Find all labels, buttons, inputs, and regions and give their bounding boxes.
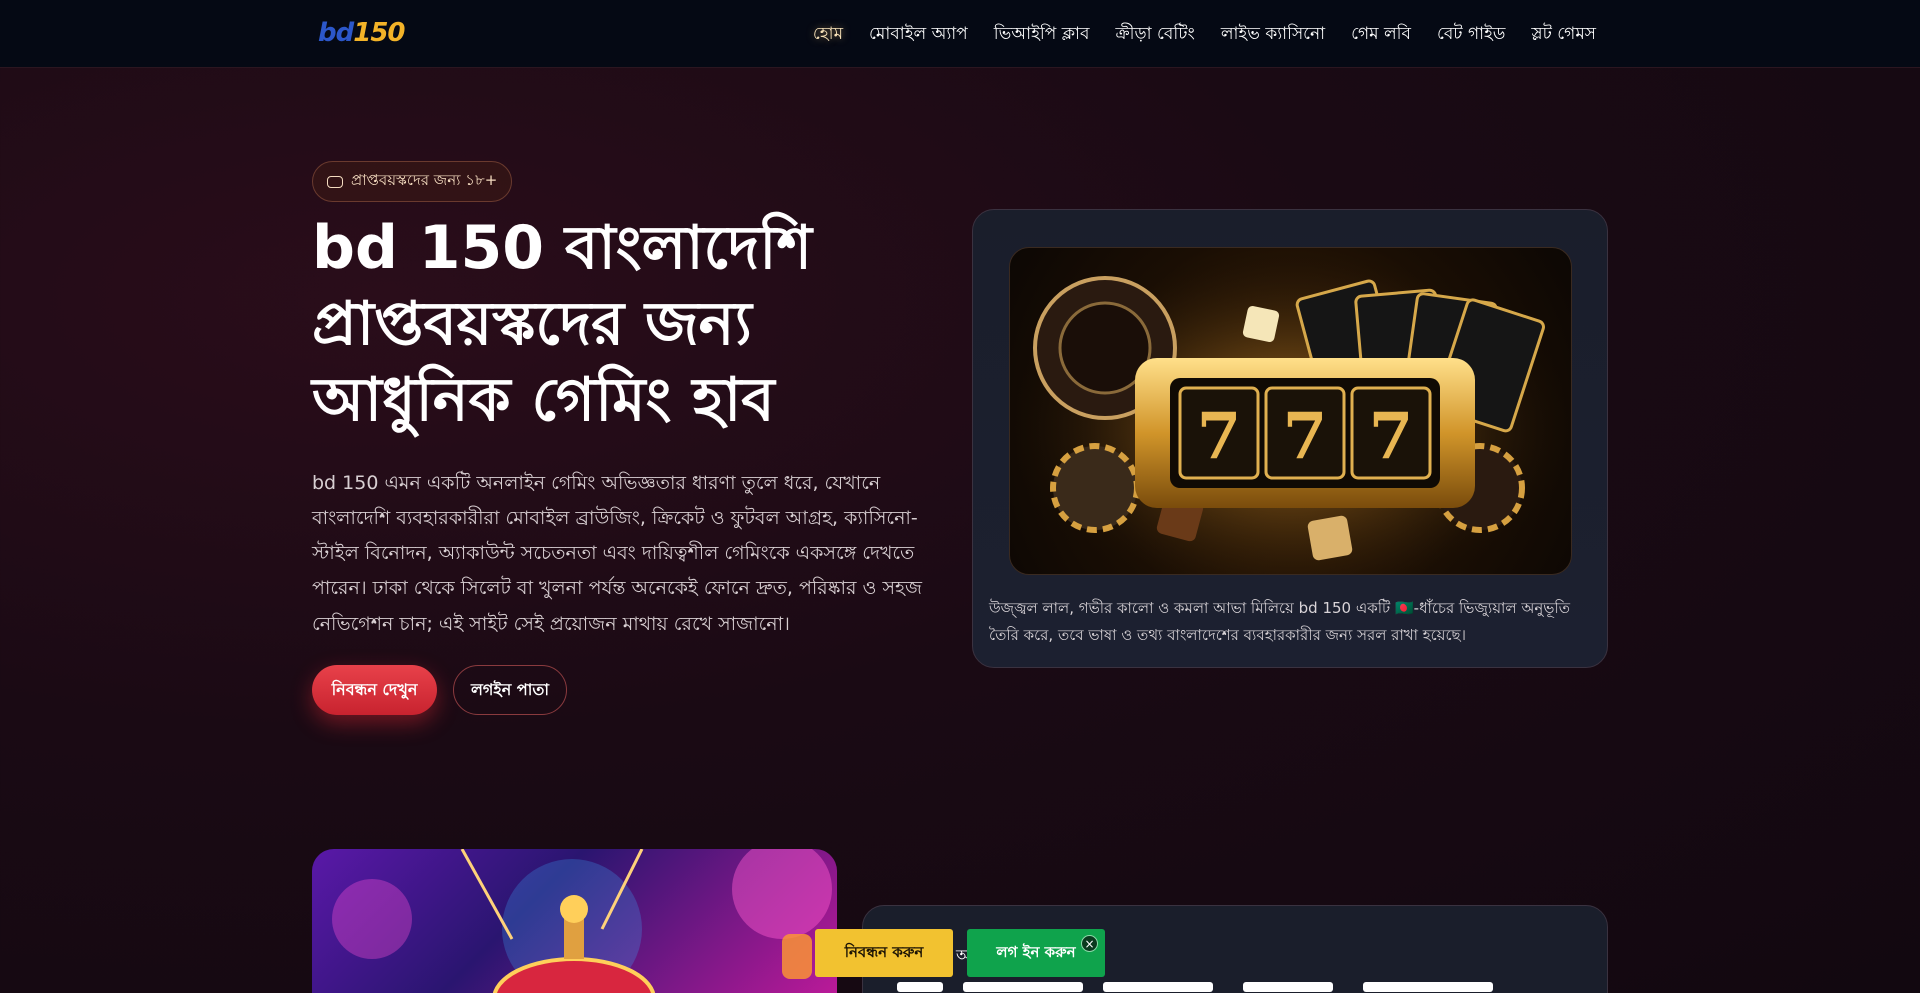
hero-description: bd 150 এমন একটি অনলাইন গেমিং অভিজ্ঞতার ধ… bbox=[312, 472, 923, 635]
floating-register-button[interactable]: নিবন্ধন করুন bbox=[815, 929, 953, 977]
age-badge-label: প্রাপ্তবয়স্কদের জন্য ১৮+ bbox=[351, 171, 498, 189]
site-logo[interactable]: bd150 bbox=[318, 18, 406, 48]
age-badge: প্রাপ্তবয়স্কদের জন্য ১৮+ bbox=[312, 161, 513, 202]
slot-machine-image: 7 7 7 bbox=[1009, 247, 1572, 575]
view-registration-button[interactable]: নিবন্ধন দেখুন bbox=[312, 665, 437, 715]
nav-link-bet-guide[interactable]: বেট গাইড bbox=[1437, 21, 1505, 49]
reel-2-digit: 7 bbox=[1283, 399, 1328, 474]
logo-text-bd: bd bbox=[318, 18, 354, 48]
logo-text-150: 150 bbox=[353, 18, 405, 48]
nav-link-sports-betting[interactable]: ক্রীড়া বেটিং bbox=[1115, 21, 1194, 49]
reel-3-digit: 7 bbox=[1369, 399, 1414, 474]
hero-image-card: 7 7 7 উজ্জ্বল লাল, গভীর কালো ও কমলা আভা … bbox=[972, 209, 1608, 668]
slot-machine-illustration: 7 7 7 bbox=[1010, 248, 1571, 574]
nav-link-home[interactable]: হোম bbox=[813, 21, 843, 49]
nav-link-game-lobby[interactable]: গেম লবি bbox=[1351, 21, 1411, 49]
close-icon[interactable]: × bbox=[1081, 935, 1098, 952]
nav-link-mobile-app[interactable]: মোবাইল অ্যাপ bbox=[869, 21, 968, 49]
login-page-button[interactable]: লগইন পাতা bbox=[453, 665, 567, 715]
nav-link-vip-club[interactable]: ভিআইপি ক্লাব bbox=[994, 21, 1090, 49]
casino-neon-illustration bbox=[332, 849, 832, 993]
hero-title: bd 150 বাংলাদেশি প্রাপ্তবয়স্কদের জন্য আ… bbox=[312, 213, 812, 436]
top-navbar: bd150 হোম মোবাইল অ্যাপ ভিআইপি ক্লাব ক্রী… bbox=[0, 0, 1920, 68]
reel-1-digit: 7 bbox=[1197, 399, 1242, 474]
nav-link-live-casino[interactable]: লাইভ ক্যাসিনো bbox=[1221, 21, 1325, 49]
nav-links: হোম মোবাইল অ্যাপ ভিআইপি ক্লাব ক্রীড়া বে… bbox=[813, 21, 1596, 49]
nav-link-slot-games[interactable]: স্লট গেমস bbox=[1531, 21, 1596, 49]
casino-neon-image bbox=[312, 849, 837, 993]
hero-image-caption: উজ্জ্বল লাল, গভীর কালো ও কমলা আভা মিলিয়… bbox=[989, 599, 1571, 644]
gamepad-icon bbox=[327, 175, 343, 188]
